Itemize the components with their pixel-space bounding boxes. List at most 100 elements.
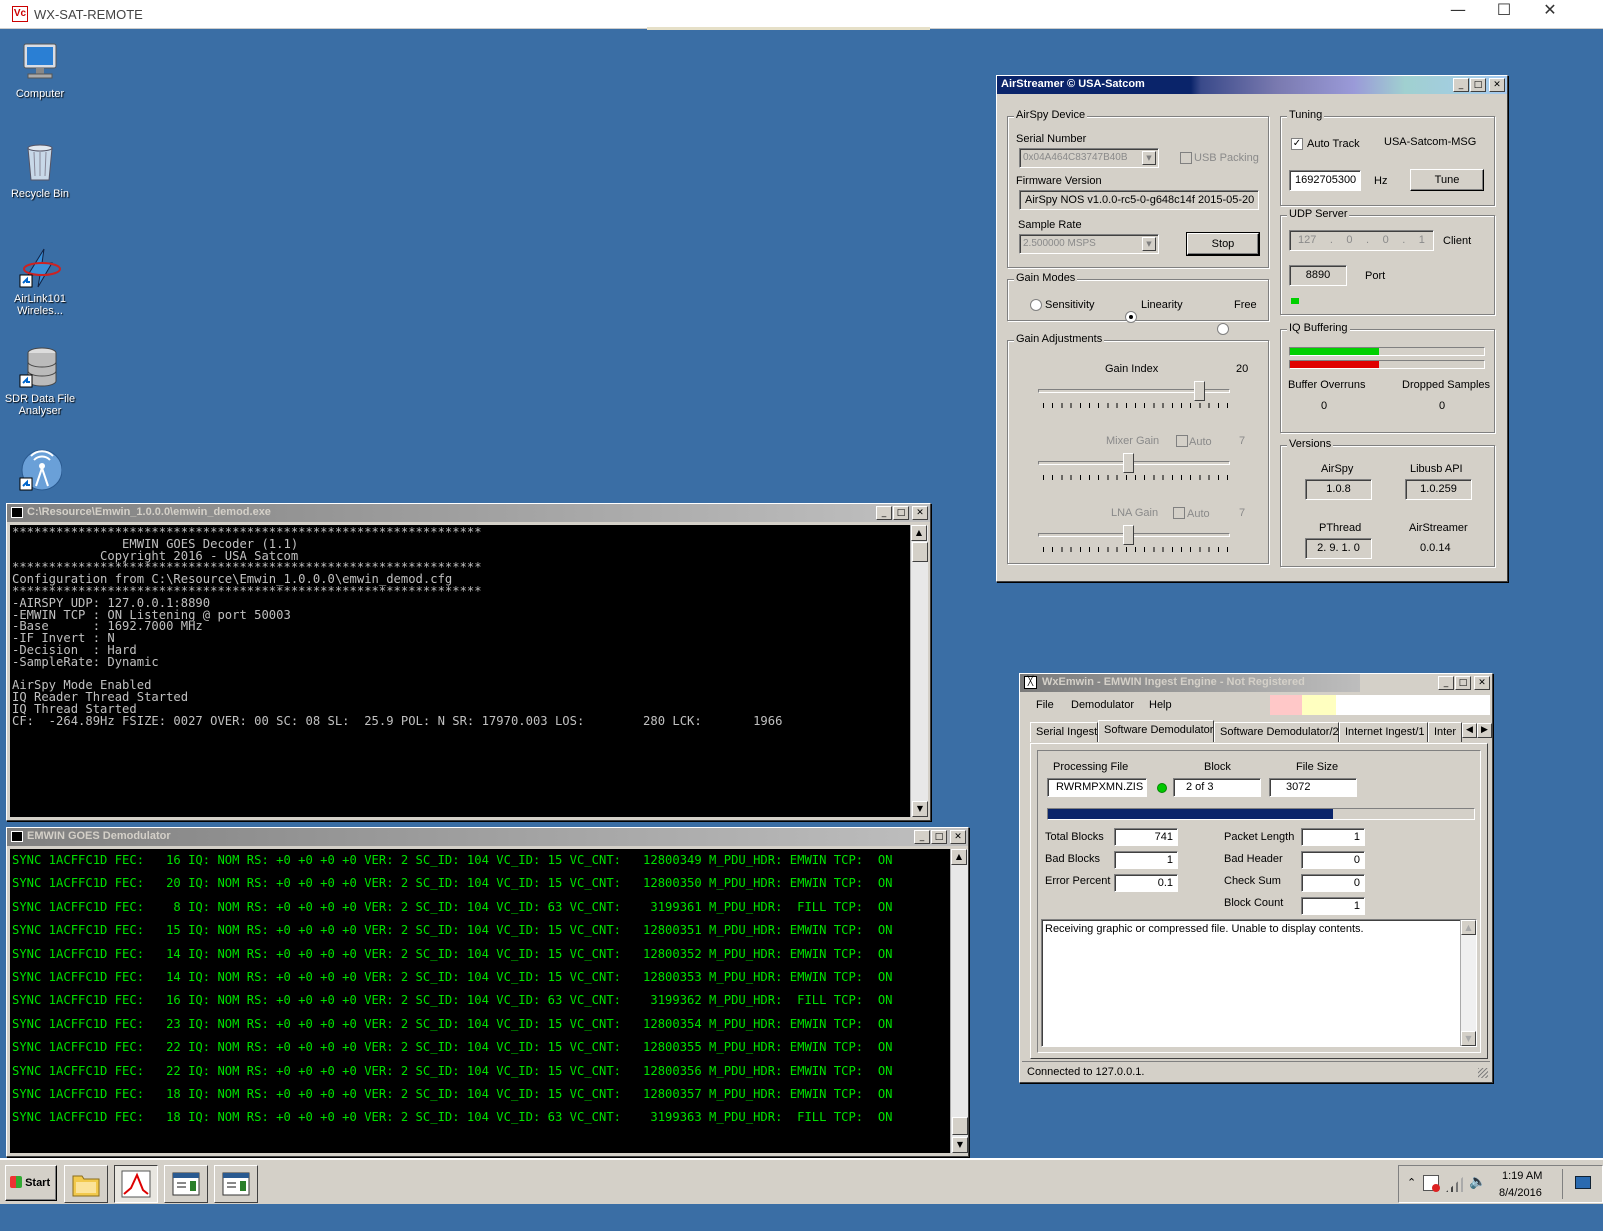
gain-index-slider[interactable]	[1038, 381, 1230, 411]
preset-label: USA-Satcom-MSG	[1384, 136, 1477, 148]
start-button[interactable]: Start	[5, 1165, 57, 1201]
close-button[interactable]: ✕	[1527, 0, 1573, 29]
connection-status: Connected to 127.0.0.1.	[1027, 1066, 1145, 1078]
message-scrollbar[interactable]: ▲ ▼	[1460, 920, 1476, 1046]
auto-label: Auto	[1189, 436, 1212, 448]
menu-help[interactable]: Help	[1149, 699, 1172, 711]
decoder-scrollbar[interactable]: ▲ ▼	[910, 525, 928, 817]
wxemwin-titlebar[interactable]: ╳ WxEmwin - EMWIN Ingest Engine - Not Re…	[1020, 674, 1492, 692]
goes-demod-window: EMWIN GOES Demodulator _ □ ✕ SYNC 1ACFFC1D…	[6, 827, 969, 1157]
scroll-down-icon[interactable]: ▼	[912, 801, 928, 817]
resize-grip-icon[interactable]	[1478, 1068, 1488, 1078]
usb-packing-checkbox[interactable]	[1180, 152, 1192, 164]
menu-file[interactable]: File	[1036, 699, 1054, 711]
desktop-icon-antenna[interactable]	[4, 448, 76, 496]
minimize-button[interactable]: —	[1435, 0, 1481, 29]
scroll-up-icon[interactable]: ▲	[1461, 920, 1476, 935]
tab-internet-ingest-1[interactable]: Internet Ingest/1	[1339, 722, 1428, 742]
maximize-button[interactable]: □	[1455, 676, 1471, 690]
port-input[interactable]: 8890	[1289, 265, 1347, 286]
lna-gain-slider[interactable]	[1038, 525, 1230, 555]
scroll-up-icon[interactable]: ▲	[951, 849, 967, 865]
radio-free[interactable]	[1217, 323, 1229, 335]
menu-demodulator[interactable]: Demodulator	[1071, 699, 1134, 711]
taskbar-console-2[interactable]	[214, 1165, 258, 1203]
console-icon	[11, 831, 23, 842]
emwin-decoder-titlebar[interactable]: C:\Resource\Emwin_1.0.0.0\emwin_demod.ex…	[7, 504, 930, 522]
remote-window-titlebar: Vc WX-SAT-REMOTE — ☐ ✕	[0, 0, 1603, 30]
minimize-button[interactable]: _	[876, 506, 892, 520]
scroll-down-icon[interactable]: ▼	[952, 1137, 968, 1153]
close-button[interactable]: ✕	[1474, 676, 1490, 690]
desktop-icon-computer[interactable]: Computer	[4, 40, 76, 100]
slider-thumb[interactable]	[1123, 525, 1134, 545]
desktop-icon-sdr-analyser[interactable]: SDR Data File Analyser	[4, 345, 76, 417]
slider-thumb[interactable]	[1194, 381, 1205, 401]
airstreamer-titlebar[interactable]: AirStreamer © USA-Satcom _ □ ✕	[997, 76, 1507, 94]
scroll-thumb[interactable]	[952, 1117, 968, 1135]
mixer-auto-checkbox[interactable]	[1176, 435, 1188, 447]
maximize-button[interactable]: □	[1470, 78, 1486, 92]
client-label: Client	[1443, 235, 1472, 247]
stat-label: Total Blocks	[1045, 831, 1104, 843]
tab-scroll-left-icon[interactable]: ◀	[1462, 723, 1477, 738]
console-line: SYNC 1ACFFC1D FEC: 14 IQ: NOM RS: +0 +0 …	[12, 946, 893, 961]
network-signal-icon[interactable]	[1446, 1176, 1464, 1192]
taskbar-chart-app[interactable]	[114, 1165, 158, 1203]
stop-button[interactable]: Stop	[1186, 232, 1260, 256]
maximize-button[interactable]: □	[893, 506, 909, 520]
action-center-icon[interactable]	[1423, 1175, 1440, 1192]
radio-sensitivity[interactable]	[1030, 299, 1042, 311]
close-button[interactable]: ✕	[1489, 78, 1505, 92]
lna-gain-label: LNA Gain	[1111, 507, 1159, 519]
clock-date[interactable]: 8/4/2016	[1499, 1187, 1542, 1199]
group-label: Tuning	[1287, 109, 1325, 121]
volume-icon[interactable]: 🔈	[1469, 1174, 1486, 1190]
scroll-down-icon[interactable]: ▼	[1461, 1031, 1476, 1046]
maximize-button[interactable]: □	[931, 830, 947, 844]
maximize-button[interactable]: ☐	[1481, 0, 1527, 29]
lna-auto-checkbox[interactable]	[1173, 507, 1185, 519]
close-button[interactable]: ✕	[912, 506, 928, 520]
window-icon	[222, 1172, 250, 1196]
auto-track-checkbox[interactable]: ✓	[1291, 138, 1303, 150]
mixer-gain-slider[interactable]	[1038, 453, 1230, 483]
scroll-thumb[interactable]	[912, 542, 928, 562]
scroll-up-icon[interactable]: ▲	[911, 525, 927, 541]
demod-scrollbar[interactable]: ▲ ▼	[950, 849, 968, 1153]
show-hidden-icons-icon[interactable]: ⌃	[1407, 1176, 1416, 1189]
tab-software-demodulator-2[interactable]: Software Demodulator/2	[1214, 722, 1339, 742]
tune-button[interactable]: Tune	[1410, 169, 1484, 191]
system-tray: ⌃ 🔈 1:19 AM 8/4/2016	[1398, 1165, 1603, 1203]
database-icon	[18, 345, 62, 389]
taskbar-console-1[interactable]	[164, 1165, 208, 1203]
taskbar-explorer[interactable]	[64, 1165, 108, 1203]
airstreamer-window: AirStreamer © USA-Satcom _ □ ✕ AirSpy Devi…	[996, 75, 1508, 582]
show-desktop-icon[interactable]	[1575, 1176, 1591, 1189]
radio-linearity[interactable]	[1125, 311, 1137, 323]
minimize-button[interactable]: _	[1453, 78, 1469, 92]
block-label: Block	[1204, 761, 1231, 773]
close-button[interactable]: ✕	[950, 830, 966, 844]
serial-number-select[interactable]: 0x04A464C83747B40B ▼	[1019, 148, 1159, 168]
firmware-field[interactable]: AirSpy NOS v1.0.0-rc5-0-g648c14f 2015-05…	[1019, 190, 1259, 210]
status-led	[1291, 298, 1299, 304]
sample-rate-select[interactable]: 2.500000 MSPS ▼	[1019, 234, 1159, 254]
minimize-button[interactable]: _	[914, 830, 930, 844]
frequency-input[interactable]: 1692705300	[1289, 170, 1361, 191]
airstreamer-title: AirStreamer © USA-Satcom	[1001, 78, 1145, 90]
minimize-button[interactable]: _	[1438, 676, 1454, 690]
desktop-icon-airlink[interactable]: AirLink101 Wireles...	[4, 245, 76, 317]
desktop-icon-recycle-bin[interactable]: Recycle Bin	[4, 140, 76, 200]
clock-time[interactable]: 1:19 AM	[1502, 1170, 1542, 1182]
recycle-bin-icon	[18, 140, 62, 184]
console-icon	[11, 507, 23, 518]
tab-software-demodulator[interactable]: Software Demodulator	[1098, 720, 1214, 742]
tab-internet-ingest-2[interactable]: Inter	[1428, 722, 1462, 742]
tab-scroll-right-icon[interactable]: ▶	[1477, 723, 1492, 738]
tab-serial-ingest[interactable]: Serial Ingest	[1030, 722, 1098, 742]
message-textarea[interactable]: Receiving graphic or compressed file. Un…	[1041, 919, 1477, 1047]
client-ip-input[interactable]: 127. 0. 0. 1	[1289, 230, 1434, 251]
slider-thumb[interactable]	[1123, 453, 1134, 473]
goes-demod-titlebar[interactable]: EMWIN GOES Demodulator _ □ ✕	[7, 828, 968, 846]
